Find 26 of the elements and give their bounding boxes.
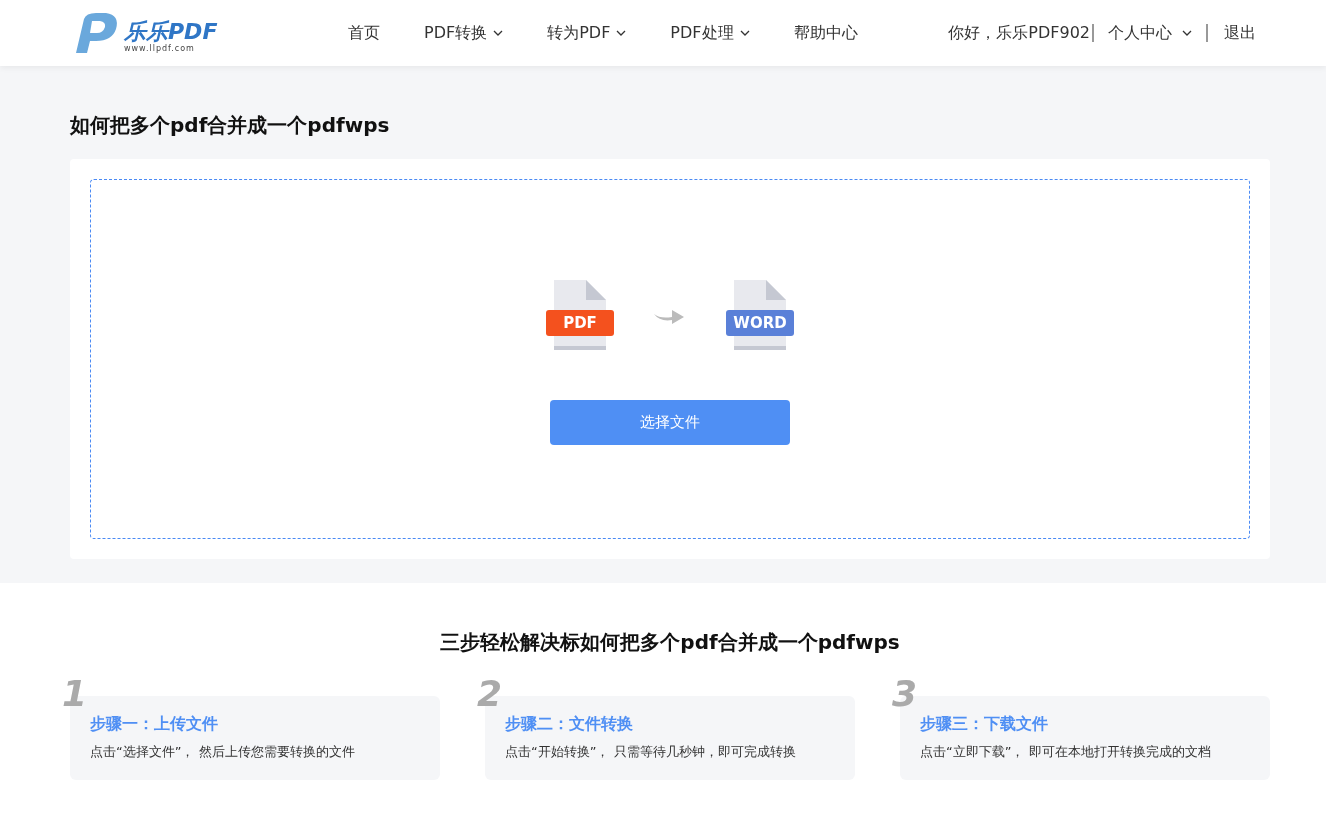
step-text: 点击“选择文件”， 然后上传您需要转换的文件 [90, 743, 356, 761]
nav-link[interactable]: PDF转换 [402, 22, 526, 44]
chevron-down-icon [739, 30, 750, 36]
drop-zone[interactable]: PDF WORD 选择文件 [90, 179, 1250, 539]
nav-link[interactable]: 帮助中心 [771, 22, 880, 44]
chevron-down-icon [616, 30, 627, 36]
step-title: 步骤三：下载文件 [920, 714, 1049, 735]
step-title: 步骤一：上传文件 [90, 714, 219, 735]
step-number: 3 [892, 674, 918, 714]
step-number: 2 [477, 674, 503, 714]
nav-link[interactable]: PDF处理 [648, 22, 772, 44]
nav-link[interactable]: 转为PDF [525, 22, 649, 44]
logout-link[interactable]: 退出 [1224, 22, 1256, 44]
user-center-link[interactable]: 个人中心 [1108, 22, 1192, 44]
steps-heading: 三步轻松解决标如何把多个pdf合并成一个pdfwps [439, 629, 901, 656]
step-number: 1 [62, 674, 88, 714]
page-title: 如何把多个pdf合并成一个pdfwps [70, 112, 391, 139]
logo-url: www.llpdf.com [124, 44, 196, 53]
nav-link[interactable]: 首页 [326, 22, 402, 44]
chevron-down-icon [493, 30, 504, 36]
step-text: 点击“立即下载”， 即可在本地打开转换完成的文档 [920, 743, 1212, 761]
step-text: 点击“开始转换”， 只需等待几秒钟，即可完成转换 [505, 743, 797, 761]
step-title: 步骤二：文件转换 [505, 714, 634, 735]
greeting-text: 你好，乐乐PDF902 [948, 22, 1090, 44]
chevron-down-icon [1182, 30, 1192, 36]
logo-name: 乐乐PDF [124, 20, 218, 44]
